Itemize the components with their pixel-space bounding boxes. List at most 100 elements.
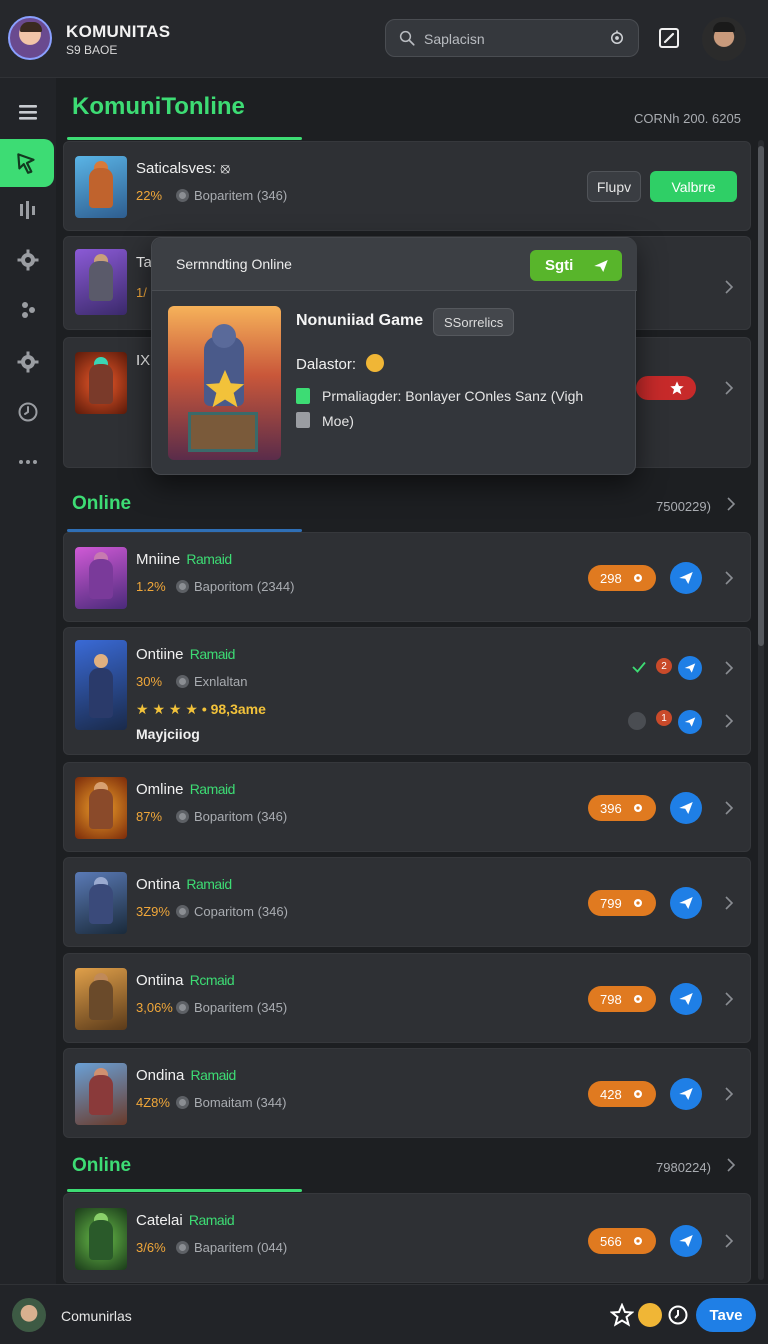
settings-icon[interactable] <box>8 344 48 380</box>
send-button[interactable] <box>670 887 702 919</box>
chevron-right-icon[interactable] <box>722 381 736 395</box>
player-count-badge[interactable]: 799 <box>588 890 656 916</box>
alert-badge[interactable] <box>636 376 696 400</box>
star-icon: ★ <box>152 701 166 717</box>
validate-button[interactable]: Valbrre <box>650 171 737 202</box>
game-team: Baparitem (044) <box>176 1240 287 1255</box>
send-button[interactable] <box>670 983 702 1015</box>
chevron-right-icon[interactable] <box>722 661 736 675</box>
send-icon <box>679 1088 693 1100</box>
platform-icon <box>296 388 310 404</box>
more-icon[interactable] <box>8 444 48 480</box>
section-underline <box>67 1189 302 1192</box>
app-title: KOMUNITAS <box>66 22 171 41</box>
game-thumbnail <box>75 156 127 218</box>
player-count-badge[interactable]: 396 <box>588 795 656 821</box>
menu-icon[interactable] <box>8 94 48 130</box>
game-card[interactable]: Mniine Ramaid 1.2% Baporitom (2344) 298 <box>63 532 751 622</box>
send-icon <box>679 572 693 584</box>
equalizer-icon[interactable] <box>8 192 48 228</box>
share-button[interactable] <box>678 656 702 680</box>
game-name: Catelai Ramaid <box>136 1212 235 1229</box>
chevron-right-icon[interactable] <box>722 801 736 815</box>
game-percent: 3,06% <box>136 1000 173 1015</box>
user-avatar[interactable] <box>702 17 746 61</box>
game-percent: 1/ <box>136 285 147 300</box>
player-count-badge[interactable]: 566 <box>588 1228 656 1254</box>
game-thumbnail <box>75 547 127 609</box>
search-input[interactable] <box>424 29 594 49</box>
game-team: Boparitem (346) <box>176 188 287 203</box>
popover-game-name: Nonuniiad Game <box>296 312 424 329</box>
community-avatar[interactable] <box>8 16 52 60</box>
featured-game-card[interactable]: Saticalsves: ⦻ 22% Boparitem (346) <box>63 141 751 231</box>
send-button[interactable] <box>670 1225 702 1257</box>
chevron-right-icon[interactable] <box>722 714 736 728</box>
search-bar[interactable] <box>385 19 639 57</box>
game-name: Ontiina Rcmaid <box>136 972 235 989</box>
star-icon: ★ <box>168 701 182 717</box>
people-icon[interactable] <box>8 292 48 328</box>
popover-chip[interactable]: SSorrelics <box>433 308 515 336</box>
player-count-badge[interactable]: 428 <box>588 1081 656 1107</box>
chevron-right-icon[interactable] <box>722 571 736 585</box>
send-button[interactable] <box>670 1078 702 1110</box>
team-icon <box>176 1001 189 1014</box>
game-thumbnail <box>75 249 127 315</box>
popover-action-button[interactable]: Sgti <box>530 250 622 281</box>
edit-icon[interactable] <box>657 26 681 50</box>
game-card[interactable]: Ontiina Rcmaid 3,06% Boparitem (345) 798 <box>63 953 751 1043</box>
game-card[interactable]: Catelai Ramaid 3/6% Baparitem (044) 566 <box>63 1193 751 1283</box>
game-percent: 22% <box>136 188 163 203</box>
player-count-badge[interactable]: 298 <box>588 565 656 591</box>
chevron-right-icon[interactable] <box>722 992 736 1006</box>
voice-icon[interactable] <box>608 29 626 47</box>
page-title: KomuniTonline <box>72 93 245 120</box>
player-count-badge[interactable]: 798 <box>588 986 656 1012</box>
game-card[interactable]: Ondina Ramaid 4Z8% Bomaitam (344) 428 <box>63 1048 751 1138</box>
send-button[interactable] <box>670 562 702 594</box>
game-name: IX <box>136 352 151 369</box>
scrollbar-thumb[interactable] <box>758 146 764 646</box>
bottom-bar: Comunirlas Tave <box>0 1284 768 1344</box>
popover-action-label: Sgti <box>545 257 574 274</box>
share-button[interactable] <box>678 710 702 734</box>
send-button[interactable] <box>670 792 702 824</box>
game-card[interactable]: Ontiine Ramaid 30% Exnlaltan ★ ★ ★ ★ • 9… <box>63 627 751 755</box>
game-name: Omline Ramaid <box>136 781 235 798</box>
game-card[interactable]: Ontina Ramaid 3Z9% Coparitom (346) 799 <box>63 857 751 947</box>
chevron-right-icon[interactable] <box>724 497 738 511</box>
gear-icon <box>634 1090 642 1098</box>
coin-icon[interactable] <box>638 1303 662 1327</box>
game-thumbnail <box>75 968 127 1030</box>
side-rail <box>0 78 56 1284</box>
chevron-right-icon[interactable] <box>724 1158 738 1172</box>
save-button[interactable]: Tave <box>696 1298 756 1332</box>
notification-badge: 1 <box>656 710 672 726</box>
clock-icon[interactable] <box>8 394 48 430</box>
chevron-right-icon[interactable] <box>722 1087 736 1101</box>
chevron-right-icon[interactable] <box>722 280 736 294</box>
play-button[interactable]: Flupv <box>587 171 641 202</box>
game-card[interactable]: Omline Ramaid 87% Boparitom (346) 396 <box>63 762 751 852</box>
gear-icon[interactable] <box>8 242 48 278</box>
star-icon: ★ <box>185 701 198 717</box>
gear-icon <box>634 995 642 1003</box>
team-icon <box>176 810 189 823</box>
send-icon <box>594 260 608 272</box>
send-icon <box>679 1235 693 1247</box>
game-percent: 30% <box>136 674 163 689</box>
game-thumbnail <box>75 1208 127 1270</box>
star-icon[interactable] <box>610 1303 634 1327</box>
timer-icon[interactable] <box>666 1303 690 1327</box>
community-avatar[interactable] <box>12 1298 46 1332</box>
game-percent: 3/6% <box>136 1240 166 1255</box>
game-thumbnail <box>75 352 127 414</box>
game-name: Ontiine Ramaid <box>136 646 235 663</box>
chevron-right-icon[interactable] <box>722 896 736 910</box>
game-name: Ta <box>136 254 152 271</box>
chevron-right-icon[interactable] <box>722 1234 736 1248</box>
team-icon <box>176 189 189 202</box>
star-rating: ★ ★ ★ ★ • 98,3ame <box>136 701 266 718</box>
pointer-icon[interactable] <box>0 139 54 187</box>
